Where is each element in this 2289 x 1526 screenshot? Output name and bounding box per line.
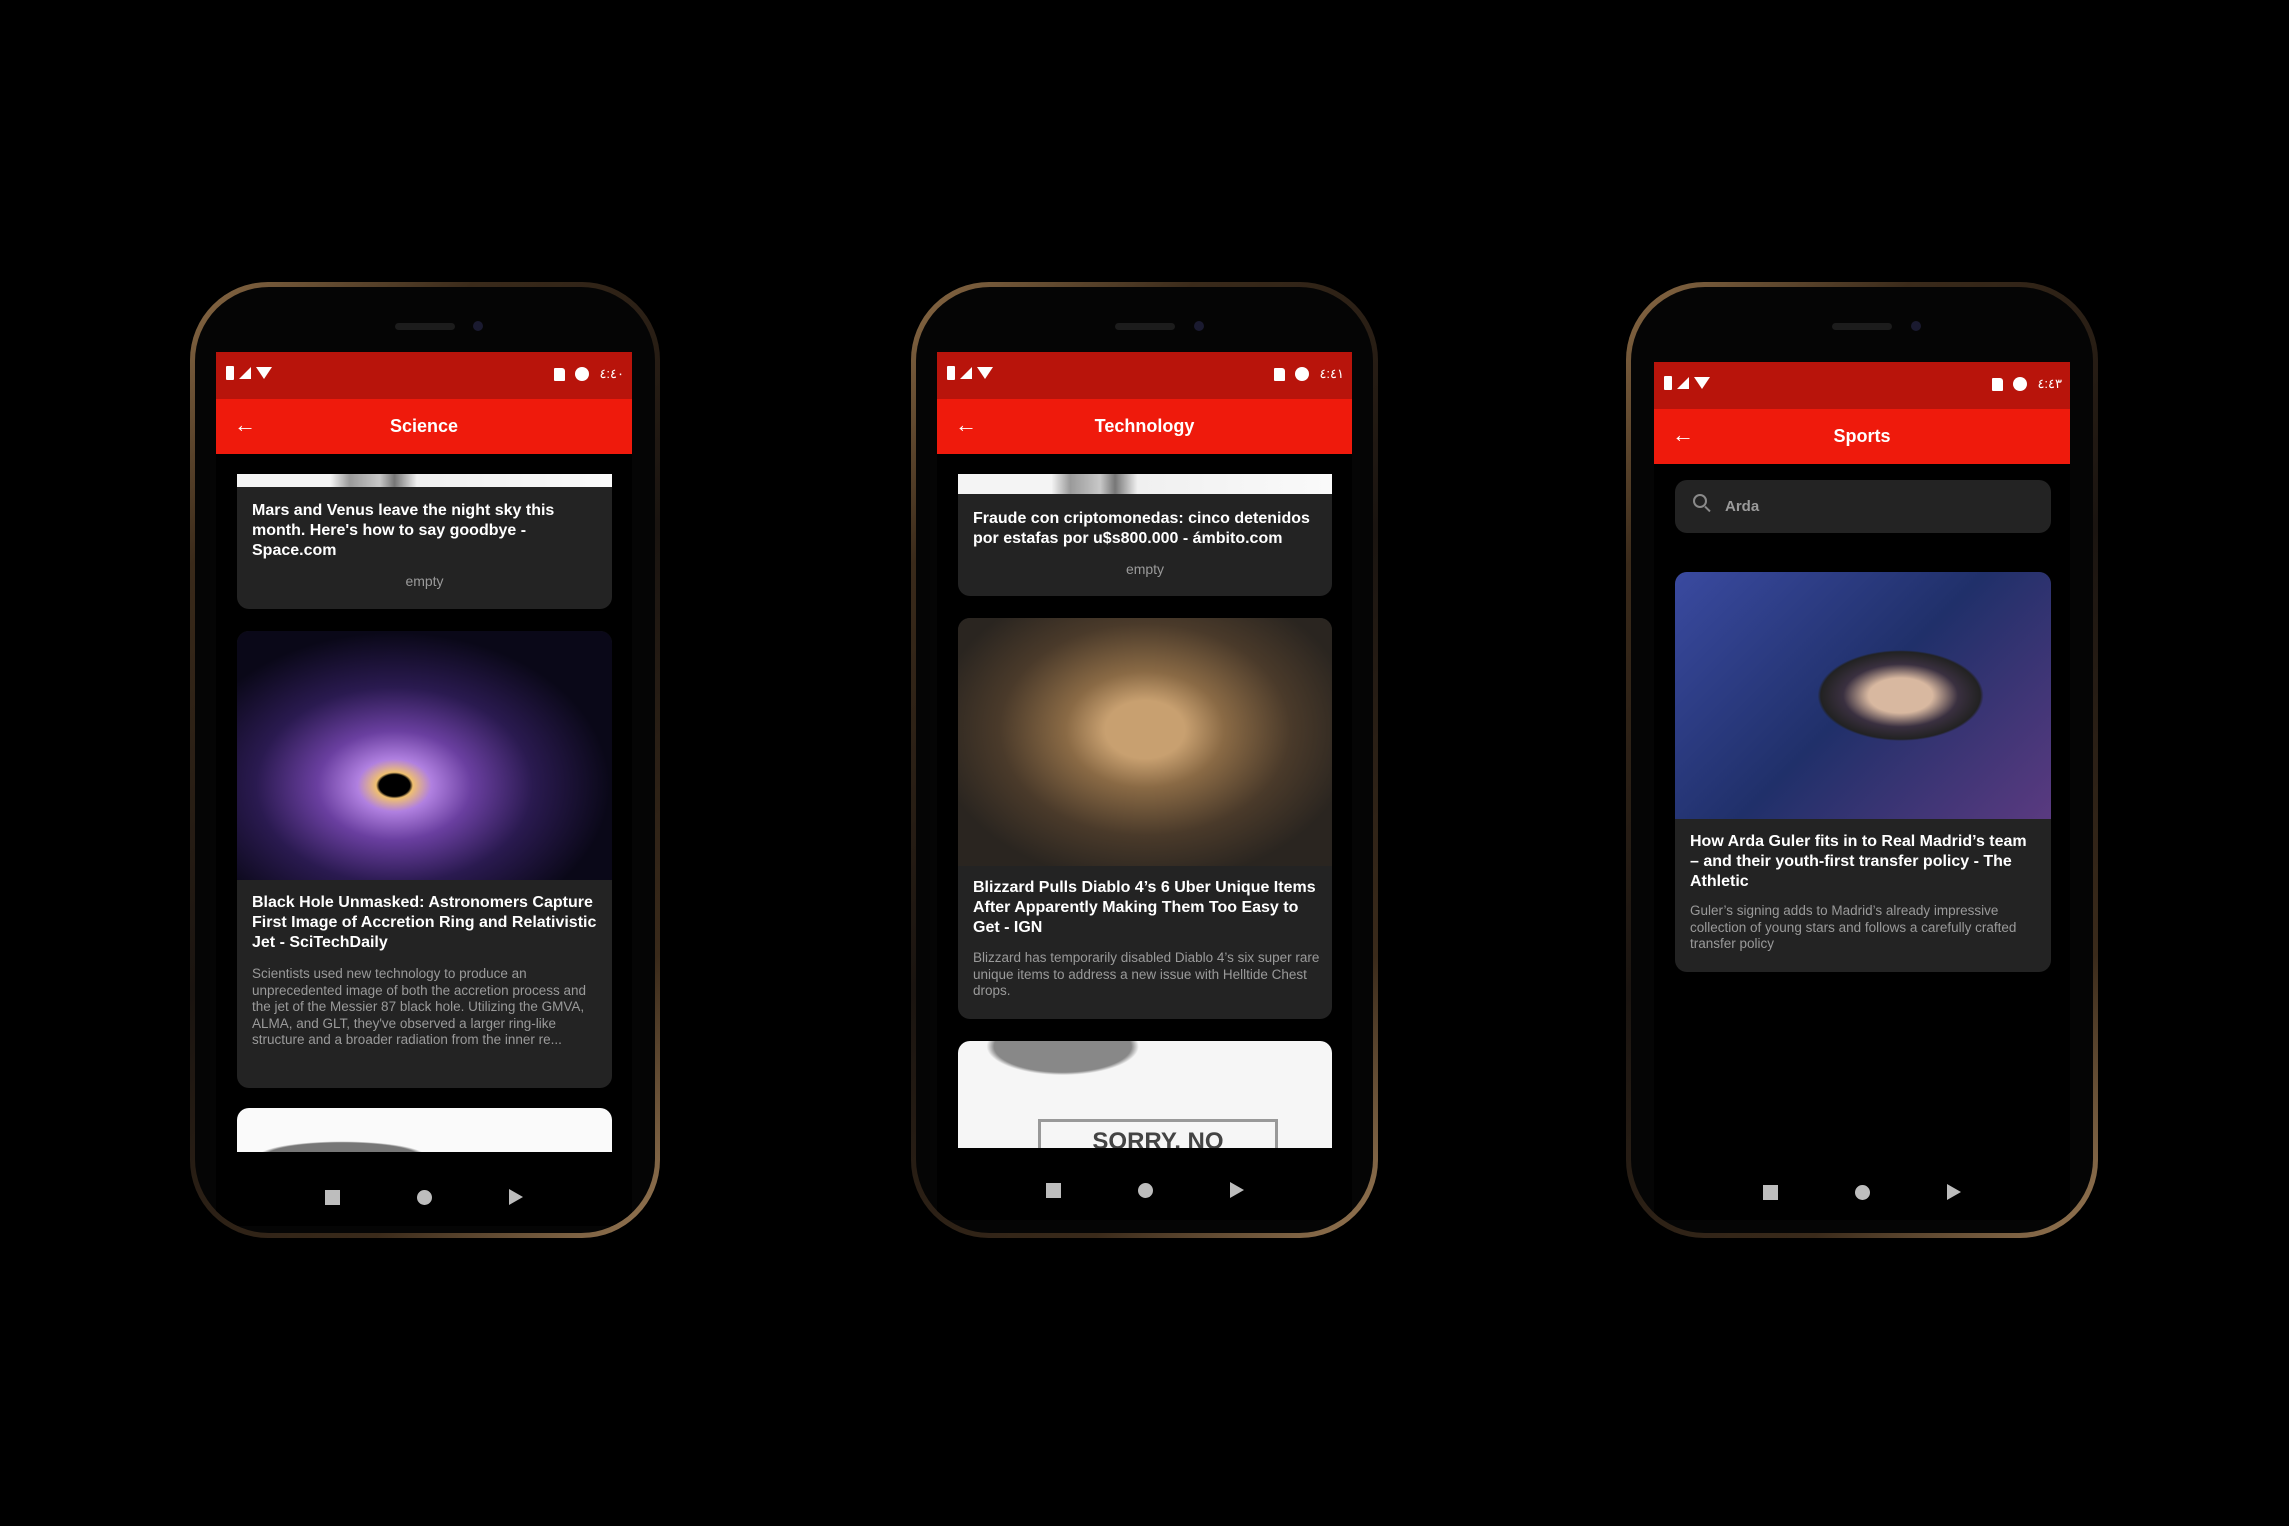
news-title: Black Hole Unmasked: Astronomers Capture… xyxy=(252,894,597,951)
speaker xyxy=(395,323,455,330)
news-image xyxy=(1675,572,2051,819)
page-title: Science xyxy=(389,416,459,436)
status-time: ٤:٤٣ xyxy=(2037,376,2062,391)
news-image xyxy=(958,474,1332,494)
battery-icon xyxy=(1664,376,1672,390)
speaker xyxy=(1114,323,1175,330)
news-title: Fraude con criptomonedas: cinco detenido… xyxy=(973,510,1310,547)
camera xyxy=(1194,321,1204,331)
system-nav-bar xyxy=(216,1182,632,1212)
news-card[interactable]: How Arda Guler fits in to Real Madrid’s … xyxy=(1675,572,2051,972)
back-button[interactable] xyxy=(1947,1184,1962,1200)
sd-card-icon xyxy=(1992,377,2004,391)
search-input[interactable] xyxy=(1725,480,2025,533)
notification-icon xyxy=(1295,367,1310,381)
camera xyxy=(473,321,483,331)
news-card[interactable]: Fraude con criptomonedas: cinco detenido… xyxy=(958,474,1332,596)
news-image xyxy=(958,618,1332,866)
news-image xyxy=(237,474,612,487)
signal-icon xyxy=(239,367,251,379)
recents-button[interactable] xyxy=(324,1189,340,1205)
news-card[interactable]: Blizzard Pulls Diablo 4’s 6 Uber Unique … xyxy=(958,618,1332,1019)
news-description: Scientists used new technology to produc… xyxy=(252,966,586,1047)
wifi-icon xyxy=(977,367,993,379)
home-button[interactable] xyxy=(1854,1184,1870,1200)
home-button[interactable] xyxy=(416,1189,432,1205)
status-bar: ٤:٤٣ xyxy=(1654,362,2070,409)
screen: ٤:٤١ ← Technology Fraude con criptomoned… xyxy=(937,352,1352,1220)
news-description: Blizzard has temporarily disabled Diablo… xyxy=(973,950,1320,998)
news-description: empty xyxy=(405,573,444,589)
recents-button[interactable] xyxy=(1762,1184,1778,1200)
page-title: Technology xyxy=(1094,416,1195,436)
notification-icon xyxy=(575,367,590,381)
news-title: Blizzard Pulls Diablo 4’s 6 Uber Unique … xyxy=(973,879,1316,936)
search-field[interactable] xyxy=(1675,480,2051,533)
signal-icon xyxy=(960,367,972,379)
news-card[interactable]: SORRY, NO xyxy=(958,1041,1332,1148)
system-nav-bar xyxy=(1654,1177,2070,1207)
signal-icon xyxy=(1677,377,1689,389)
screen: ٤:٤٠ ← Science Mars and Venus leave the … xyxy=(216,352,632,1226)
app-bar: ← Science xyxy=(216,399,632,454)
status-bar: ٤:٤١ xyxy=(937,352,1352,399)
news-card[interactable]: Black Hole Unmasked: Astronomers Capture… xyxy=(237,631,612,1088)
sd-card-icon xyxy=(1274,367,1286,381)
back-button[interactable] xyxy=(509,1189,524,1205)
news-title: Mars and Venus leave the night sky this … xyxy=(252,502,555,559)
battery-icon xyxy=(226,366,234,380)
camera xyxy=(1911,321,1921,331)
news-image-text: SORRY, NO xyxy=(1038,1119,1278,1148)
wifi-icon xyxy=(1694,377,1710,389)
speaker xyxy=(1832,323,1892,330)
system-nav-bar xyxy=(937,1175,1352,1205)
news-description: empty xyxy=(1125,561,1165,577)
news-card[interactable] xyxy=(237,1108,612,1152)
battery-icon xyxy=(947,366,955,380)
page-title: Sports xyxy=(1833,426,1891,446)
news-description: Guler’s signing adds to Madrid’s already… xyxy=(1690,903,2017,951)
phone-science: ٤:٤٠ ← Science Mars and Venus leave the … xyxy=(190,282,660,1238)
status-time: ٤:٤٠ xyxy=(599,366,624,381)
back-button[interactable] xyxy=(1229,1182,1244,1198)
wifi-icon xyxy=(256,367,272,379)
recents-button[interactable] xyxy=(1045,1182,1061,1198)
status-bar: ٤:٤٠ xyxy=(216,352,632,399)
status-time: ٤:٤١ xyxy=(1319,366,1344,381)
news-title: How Arda Guler fits in to Real Madrid’s … xyxy=(1690,833,2027,890)
news-image xyxy=(237,631,612,880)
phone-sports: ٤:٤٣ ← Sports How Arda Guler fits in to … xyxy=(1626,282,2098,1238)
screen: ٤:٤٣ ← Sports How Arda Guler fits in to … xyxy=(1654,362,2070,1220)
sd-card-icon xyxy=(554,367,566,381)
news-card[interactable]: Mars and Venus leave the night sky this … xyxy=(237,474,612,609)
app-bar: ← Sports xyxy=(1654,409,2070,464)
home-button[interactable] xyxy=(1137,1182,1153,1198)
search-icon xyxy=(1693,494,1707,508)
phone-technology: ٤:٤١ ← Technology Fraude con criptomoned… xyxy=(911,282,1378,1238)
app-bar: ← Technology xyxy=(937,399,1352,454)
notification-icon xyxy=(2013,377,2028,391)
